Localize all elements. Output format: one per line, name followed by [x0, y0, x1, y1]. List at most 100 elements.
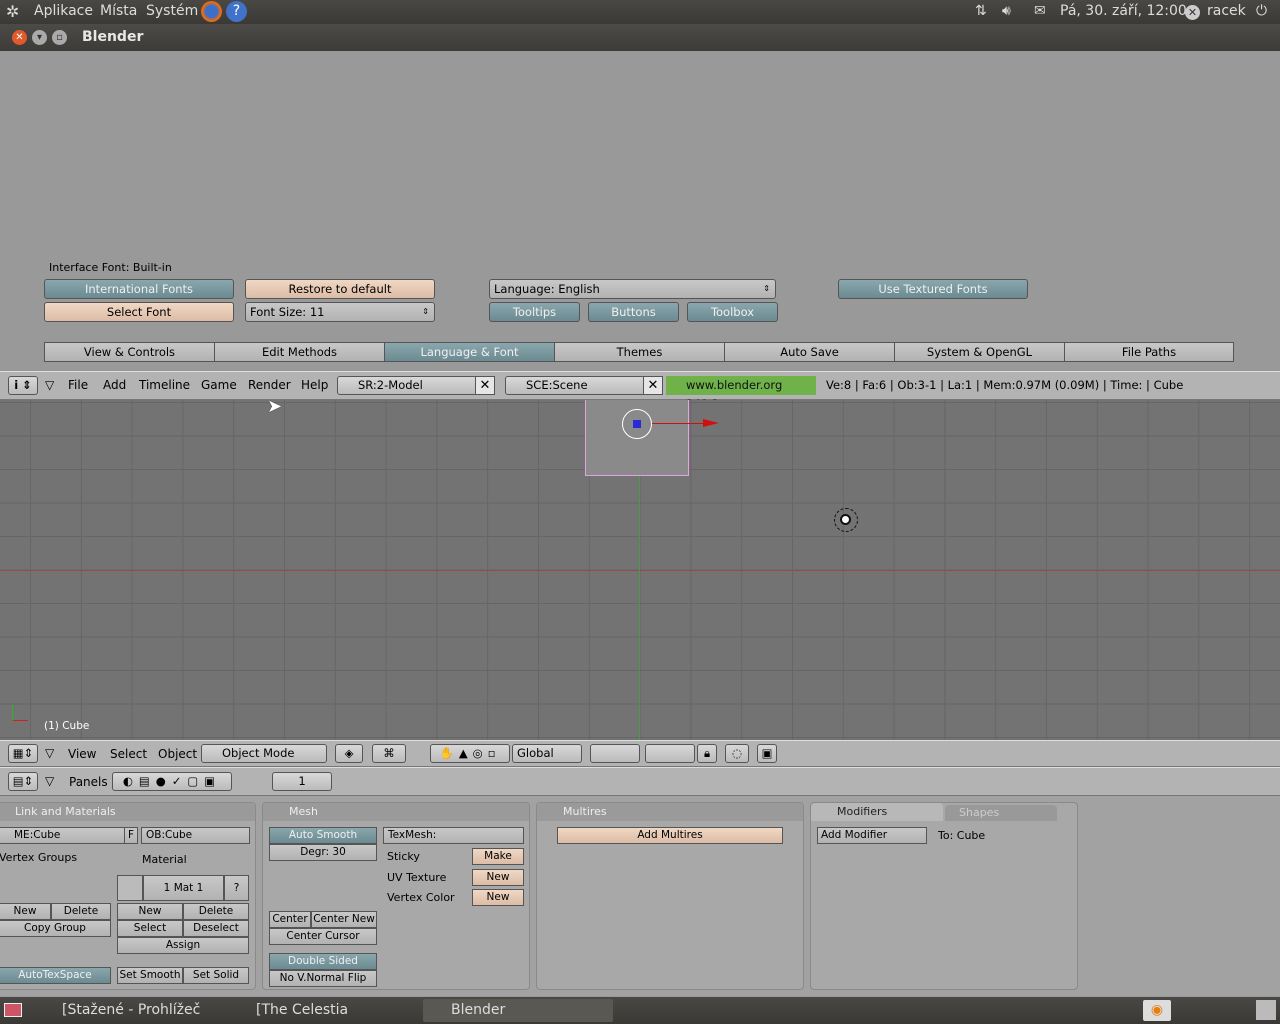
degree-field[interactable]: Degr: 30	[269, 844, 377, 861]
menu-game[interactable]: Game	[201, 378, 237, 392]
autotexspace-toggle[interactable]: AutoTexSpace	[0, 967, 111, 984]
select-font-button[interactable]: Select Font	[44, 302, 234, 322]
tab-language-font[interactable]: Language & Font	[384, 342, 555, 362]
menu-help[interactable]: Help	[301, 378, 328, 392]
texmesh-field[interactable]: TexMesh:	[383, 827, 524, 844]
collapse-icon[interactable]: ▽	[45, 746, 54, 760]
mesh-datablock-field[interactable]: ME:Cube	[0, 827, 125, 844]
center-button[interactable]: Center	[269, 911, 311, 928]
material-delete-button[interactable]: Delete	[183, 903, 249, 920]
uv-texture-new-button[interactable]: New	[472, 869, 524, 886]
add-modifier-button[interactable]: Add Modifier	[817, 827, 927, 844]
close-icon[interactable]: ✕	[12, 30, 27, 45]
maximize-icon[interactable]: ▫	[52, 30, 67, 45]
menu-system[interactable]: Systém	[146, 3, 198, 19]
pivot-icon[interactable]: ◈	[335, 744, 363, 763]
layers-grid-1[interactable]	[590, 744, 640, 763]
set-smooth-button[interactable]: Set Smooth	[117, 967, 183, 984]
copy-group-button[interactable]: Copy Group	[0, 920, 111, 937]
menu-aplikace[interactable]: Aplikace	[34, 3, 93, 19]
language-select[interactable]: Language: English ⇕	[489, 279, 776, 299]
material-new-button[interactable]: New	[117, 903, 183, 920]
context-buttons-icons[interactable]: ◐▤●✓▢▣	[112, 772, 232, 791]
clock[interactable]: Pá, 30. září, 12:00	[1060, 3, 1187, 19]
tab-auto-save[interactable]: Auto Save	[724, 342, 895, 362]
task-firefox[interactable]: [The Celestia Motherl...	[228, 999, 418, 1022]
minimize-icon[interactable]: ▾	[32, 30, 47, 45]
material-select-button[interactable]: Select	[117, 920, 183, 937]
frame-field[interactable]: 1	[272, 772, 332, 791]
material-assign-button[interactable]: Assign	[117, 937, 249, 954]
task-blender[interactable]: Blender	[423, 999, 613, 1022]
material-help-button[interactable]: ?	[224, 875, 249, 901]
vgroup-delete-button[interactable]: Delete	[51, 903, 111, 920]
auto-smooth-toggle[interactable]: Auto Smooth	[269, 827, 377, 844]
trash-icon[interactable]	[1256, 1000, 1276, 1020]
network-icon[interactable]: ⇅	[975, 3, 987, 19]
help-icon[interactable]: ?	[226, 1, 247, 22]
no-vnormal-flip-toggle[interactable]: No V.Normal Flip	[269, 970, 377, 987]
firefox-icon[interactable]	[201, 1, 222, 22]
font-size-select[interactable]: Font Size: 11 ⇕	[245, 302, 435, 322]
x-arrow-icon[interactable]	[703, 419, 719, 427]
image-icon[interactable]: ▣	[757, 744, 777, 763]
tab-edit-methods[interactable]: Edit Methods	[214, 342, 385, 362]
user-name[interactable]: racek	[1207, 3, 1246, 19]
orientation-select[interactable]: Global	[512, 744, 582, 763]
user-status-icon[interactable]: ✕	[1185, 5, 1200, 20]
sticky-make-button[interactable]: Make	[472, 848, 524, 865]
use-textured-fonts-toggle[interactable]: Use Textured Fonts	[838, 279, 1028, 299]
menu-view[interactable]: View	[68, 747, 96, 761]
double-sided-toggle[interactable]: Double Sided	[269, 953, 377, 970]
international-fonts-toggle[interactable]: International Fonts	[44, 279, 234, 299]
lock-icon[interactable]: 🔒︎	[697, 744, 717, 763]
tooltips-toggle[interactable]: Tooltips	[489, 302, 580, 322]
menu-file[interactable]: File	[68, 378, 88, 392]
toolbox-toggle[interactable]: Toolbox	[687, 302, 778, 322]
show-desktop-icon[interactable]	[4, 1003, 22, 1017]
fake-user-toggle[interactable]: F	[124, 827, 138, 844]
screen-select[interactable]: SR:2-Model	[337, 376, 477, 395]
panel-title[interactable]: Multires	[537, 803, 803, 821]
add-multires-button[interactable]: Add Multires	[557, 827, 783, 844]
material-index-field[interactable]: 1 Mat 1	[143, 875, 224, 901]
menu-add[interactable]: Add	[103, 378, 126, 392]
menu-timeline[interactable]: Timeline	[139, 378, 190, 392]
tab-file-paths[interactable]: File Paths	[1064, 342, 1234, 362]
menu-object[interactable]: Object	[158, 747, 197, 761]
ubuntu-logo-icon[interactable]: ✲	[6, 2, 19, 21]
editor-type-icon[interactable]: ▤⇕	[8, 772, 38, 791]
set-solid-button[interactable]: Set Solid	[183, 967, 249, 984]
tab-view-controls[interactable]: View & Controls	[44, 342, 215, 362]
manipulator-icons[interactable]: ✋▲◎▫	[430, 744, 510, 763]
center-new-button[interactable]: Center New	[311, 911, 377, 928]
menu-render[interactable]: Render	[248, 378, 291, 392]
panel-title[interactable]: Link and Materials	[0, 803, 255, 821]
info-icon[interactable]: i ⇕	[8, 376, 38, 395]
panels-menu[interactable]: Panels	[69, 775, 108, 789]
power-icon[interactable]: ⏻	[1256, 3, 1267, 19]
render-icon[interactable]: ◌	[725, 744, 749, 763]
menu-select[interactable]: Select	[110, 747, 147, 761]
collapse-icon[interactable]: ▽	[45, 378, 54, 392]
panel-title[interactable]: Mesh	[263, 803, 529, 821]
tab-shapes[interactable]: Shapes	[945, 805, 1057, 821]
mail-icon[interactable]: ✉	[1034, 3, 1046, 19]
object-datablock-field[interactable]: OB:Cube	[141, 827, 250, 844]
3d-viewport[interactable]: (1) Cube ➤	[0, 400, 1280, 740]
snap-icon[interactable]: ⌘	[372, 744, 406, 763]
mode-select[interactable]: Object Mode	[201, 744, 327, 763]
scene-select[interactable]: SCE:Scene	[505, 376, 645, 395]
vertex-color-new-button[interactable]: New	[472, 889, 524, 906]
collapse-icon[interactable]: ▽	[45, 774, 54, 788]
tab-modifiers[interactable]: Modifiers	[811, 803, 943, 821]
screen-delete-icon[interactable]: ✕	[475, 376, 495, 395]
editor-type-icon[interactable]: ▦⇕	[8, 744, 38, 763]
task-file-browser[interactable]: [Stažené - Prohlížeč s...	[34, 999, 224, 1022]
tab-themes[interactable]: Themes	[554, 342, 725, 362]
layers-grid-2[interactable]	[645, 744, 695, 763]
blender-tray-icon[interactable]: ◉	[1143, 1000, 1171, 1021]
center-cursor-button[interactable]: Center Cursor	[269, 928, 377, 945]
material-deselect-button[interactable]: Deselect	[183, 920, 249, 937]
buttons-toggle[interactable]: Buttons	[588, 302, 679, 322]
